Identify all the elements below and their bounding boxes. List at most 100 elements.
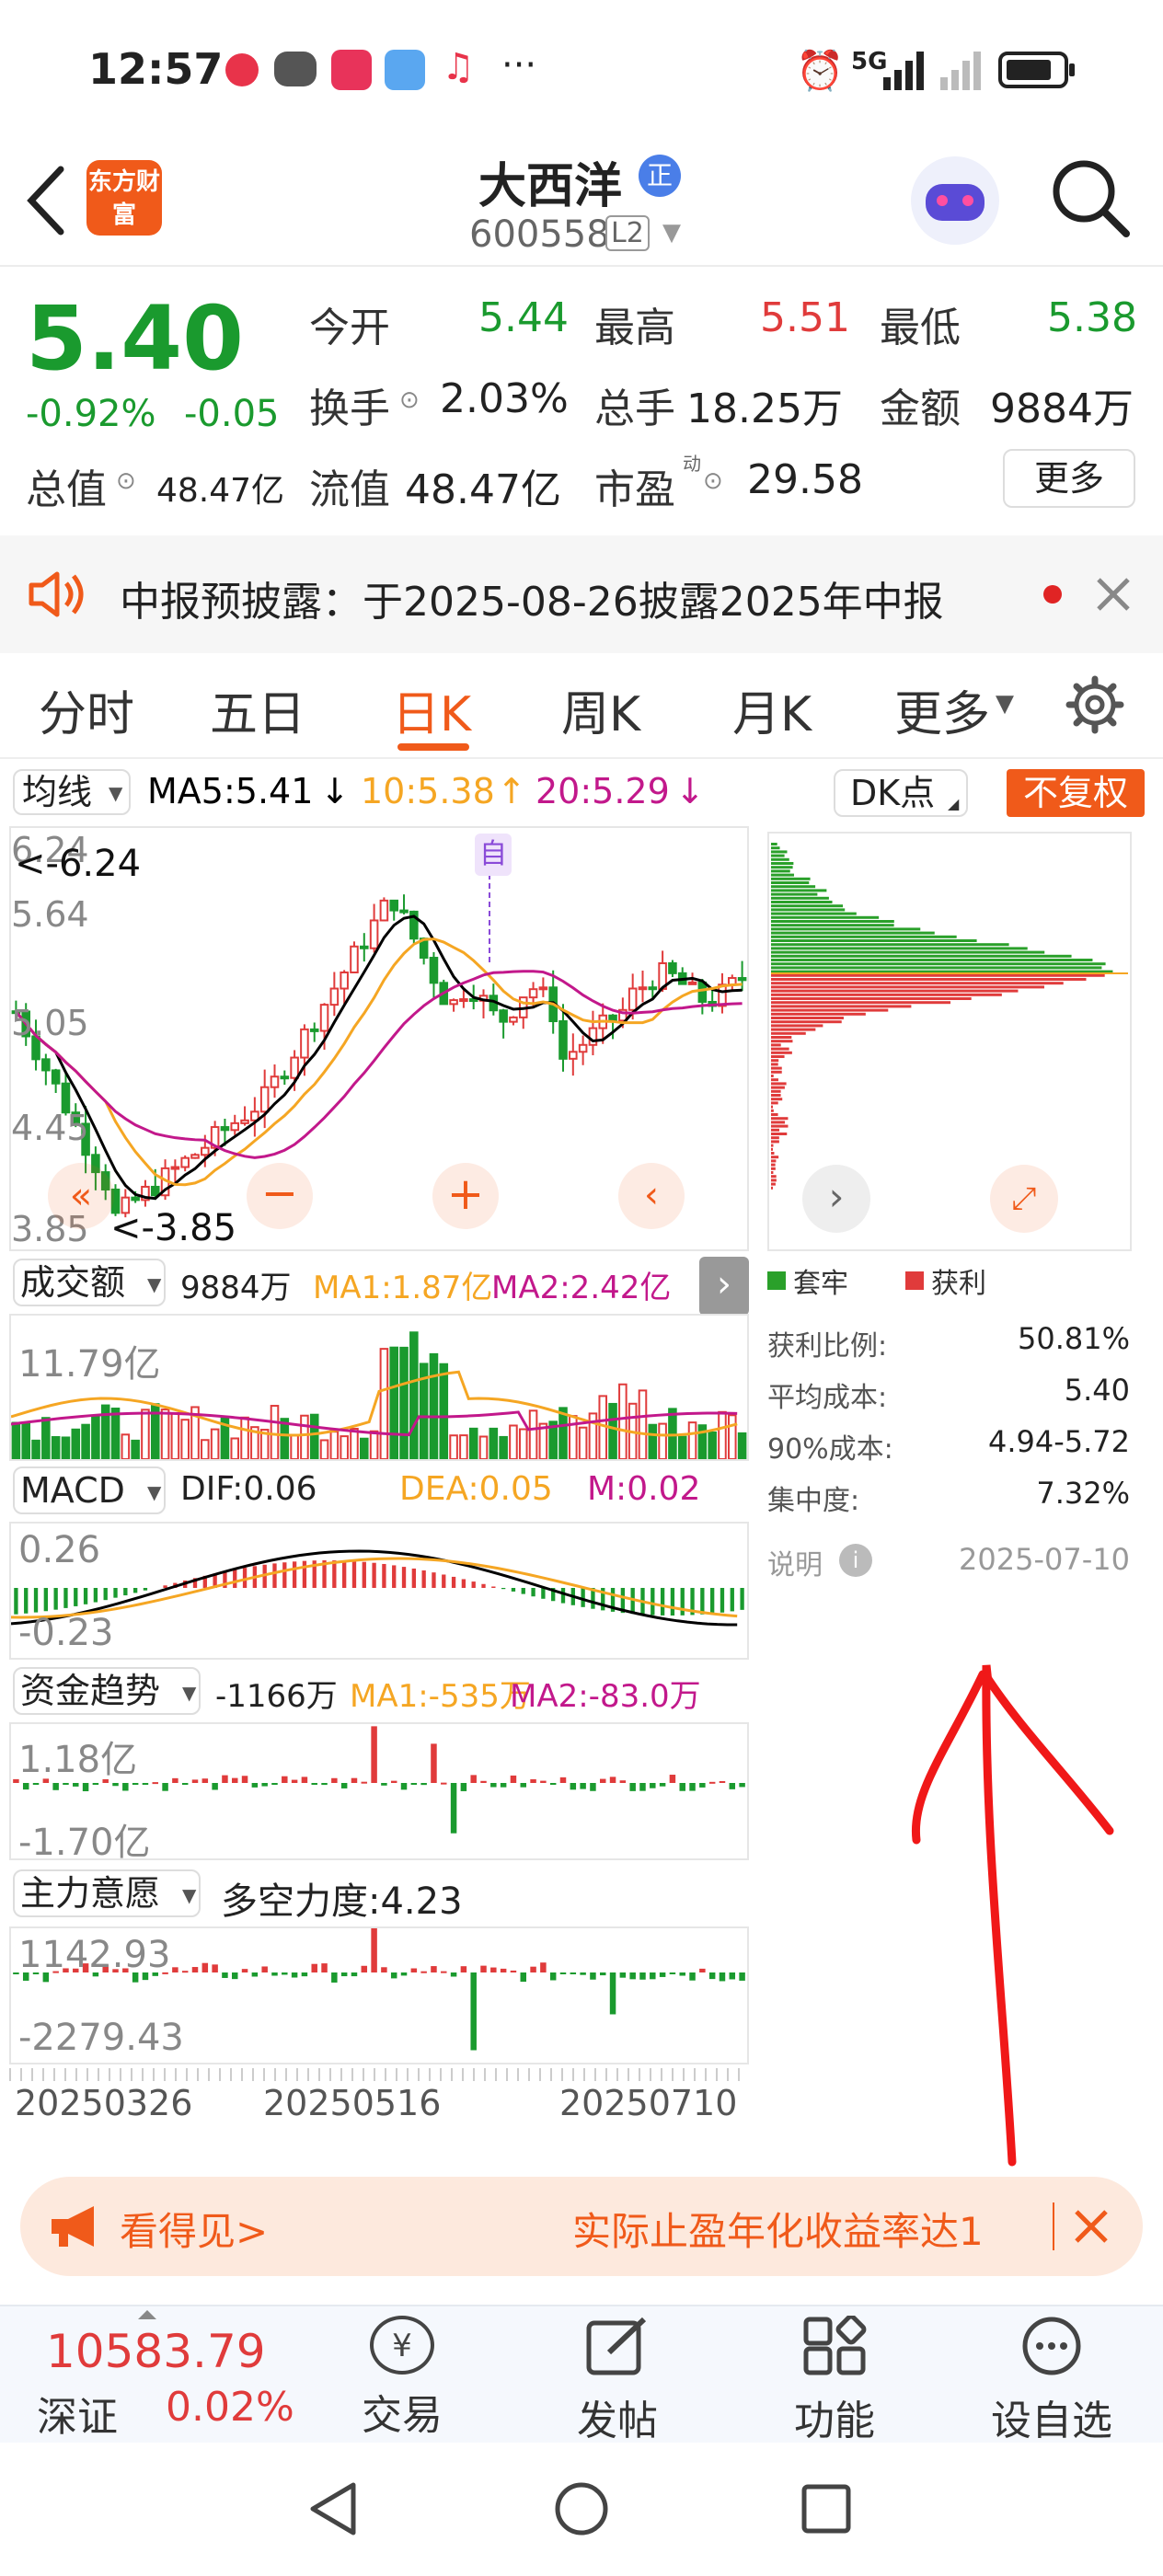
chevron-right-icon[interactable]: › bbox=[802, 1165, 870, 1233]
kline-chart[interactable]: 6.24 <-6.24 5.64 5.05 4.45 3.85 <-3.85 自… bbox=[9, 826, 749, 1251]
legend-profit: 获利 bbox=[931, 1268, 986, 1300]
chevron-down-icon[interactable]: ▼ bbox=[147, 1481, 161, 1503]
tab-weekly-k[interactable]: 周K bbox=[561, 675, 640, 744]
fund-bar bbox=[679, 1783, 685, 1791]
fund-bar bbox=[291, 1779, 298, 1783]
main-force-bar bbox=[222, 1972, 228, 1978]
main-force-bar bbox=[739, 1972, 745, 1981]
nav-trade[interactable]: ¥ 交易 bbox=[324, 2316, 480, 2441]
expand-up-icon[interactable] bbox=[138, 2306, 156, 2319]
chevron-down-icon[interactable]: ▼ bbox=[182, 1682, 196, 1704]
chip-bar bbox=[771, 1012, 866, 1016]
candle-body bbox=[459, 998, 468, 1003]
volume-bar bbox=[121, 1433, 131, 1459]
low-label: 最低 bbox=[880, 305, 961, 351]
chip-bar bbox=[771, 892, 818, 896]
volume-chart[interactable]: 11.79亿 bbox=[9, 1314, 749, 1461]
expand-side-panel-button[interactable]: › bbox=[699, 1257, 749, 1316]
volume-bar bbox=[240, 1416, 249, 1459]
macd-chart[interactable]: 0.26 -0.23 bbox=[9, 1522, 749, 1660]
fund-bar bbox=[92, 1783, 99, 1785]
back-triangle-icon[interactable] bbox=[307, 2481, 359, 2536]
tab-monthly-k[interactable]: 月K bbox=[732, 675, 812, 744]
video-icon bbox=[331, 50, 372, 90]
gear-icon[interactable] bbox=[1065, 675, 1124, 734]
main-force-bar bbox=[540, 1962, 547, 1972]
info-icon[interactable]: ⊙ bbox=[116, 467, 136, 495]
chip-bar bbox=[771, 1040, 793, 1043]
main-force-selector[interactable]: 主力意愿 bbox=[13, 1869, 202, 1917]
candle-body bbox=[369, 919, 379, 949]
chip-note-label[interactable]: 说明 bbox=[767, 1542, 823, 1582]
main-force-bar bbox=[549, 1972, 557, 1981]
fund-chart[interactable]: 1.18亿 -1.70亿 bbox=[9, 1722, 749, 1864]
tab-daily-k[interactable]: 日K bbox=[392, 675, 471, 744]
volume-bar bbox=[509, 1424, 518, 1459]
rewind-button[interactable]: « bbox=[48, 1163, 114, 1229]
chip-bar bbox=[771, 993, 1002, 996]
nav-functions[interactable]: 功能 bbox=[756, 2314, 913, 2446]
tab-intraday[interactable]: 分时 bbox=[39, 675, 134, 744]
zoom-out-button[interactable]: − bbox=[247, 1163, 313, 1229]
chevron-down-icon[interactable]: ▼ bbox=[109, 782, 122, 804]
chip-bar bbox=[771, 982, 1064, 985]
ad-left-text[interactable]: 看得见> bbox=[120, 2201, 268, 2257]
macd-top-label: 0.26 bbox=[18, 1529, 101, 1571]
robot-assistant-icon[interactable] bbox=[911, 156, 999, 245]
chevron-down-icon[interactable]: ▼ bbox=[662, 219, 681, 247]
more-button[interactable]: 更多 bbox=[1003, 449, 1135, 508]
fund-selector[interactable]: 资金趋势 bbox=[13, 1667, 202, 1715]
volume-bar bbox=[91, 1415, 100, 1459]
volume-bar bbox=[201, 1439, 210, 1459]
chip-bar bbox=[771, 985, 1044, 989]
app-logo[interactable]: 东方财富 bbox=[86, 160, 162, 236]
chip-bar bbox=[771, 850, 788, 854]
level-badge[interactable]: L2 bbox=[605, 215, 650, 251]
search-icon[interactable] bbox=[1049, 156, 1132, 239]
main-force-bar bbox=[570, 1972, 577, 1974]
chevron-down-icon[interactable]: ▼ bbox=[182, 1884, 196, 1906]
close-icon[interactable] bbox=[1073, 2208, 1110, 2245]
macd-selector[interactable]: MACD bbox=[13, 1466, 166, 1514]
nav-post[interactable]: 发帖 bbox=[539, 2316, 696, 2446]
chevron-down-icon[interactable]: ▼ bbox=[147, 1273, 161, 1295]
main-force-bar bbox=[351, 1972, 358, 1977]
volume-bar bbox=[51, 1436, 61, 1459]
scroll-left-button[interactable]: ‹ bbox=[618, 1163, 685, 1229]
info-icon[interactable]: i bbox=[839, 1544, 872, 1577]
x-date-label: 20250326 bbox=[15, 2083, 193, 2123]
close-icon[interactable] bbox=[1095, 576, 1132, 613]
ad-banner[interactable]: 看得见> 实际止盈年化收益率达1 bbox=[20, 2177, 1143, 2276]
fund-bar bbox=[410, 1783, 418, 1785]
volume-bar bbox=[170, 1411, 180, 1459]
adjust-selector[interactable]: 不复权 bbox=[1007, 769, 1145, 817]
index-value[interactable]: 10583.79 bbox=[46, 2325, 266, 2378]
main-force-chart[interactable]: 1142.93 -2279.43 bbox=[9, 1926, 749, 2064]
turnover-value: 2.03% bbox=[440, 375, 569, 422]
chip-bar bbox=[771, 1031, 806, 1035]
expand-icon[interactable]: ⤢ bbox=[990, 1165, 1058, 1233]
info-icon[interactable]: ⊙ bbox=[703, 467, 723, 495]
y-tick-label: 5.64 bbox=[11, 894, 89, 935]
volume-selector[interactable]: 成交额 bbox=[13, 1259, 167, 1306]
recents-square-icon[interactable] bbox=[800, 2483, 852, 2535]
home-circle-icon[interactable] bbox=[554, 2481, 609, 2536]
main-force-bar bbox=[609, 1972, 616, 2015]
info-icon[interactable]: ⊙ bbox=[399, 386, 420, 414]
back-icon[interactable] bbox=[24, 164, 70, 237]
main-force-bar bbox=[321, 1963, 328, 1972]
main-force-bar bbox=[172, 1967, 178, 1972]
main-force-bar bbox=[202, 1962, 209, 1972]
tab-5day[interactable]: 五日 bbox=[210, 675, 305, 744]
fund-bar bbox=[629, 1783, 636, 1791]
zoom-in-button[interactable]: + bbox=[432, 1163, 499, 1229]
chevron-down-icon[interactable]: ▼ bbox=[996, 690, 1014, 718]
volume-bar bbox=[718, 1410, 727, 1459]
notice-bar[interactable]: 中报预披露：于2025-08-26披露2025年中报 bbox=[0, 535, 1163, 653]
chip-bar bbox=[771, 1017, 844, 1019]
fund-value: -1166万 bbox=[215, 1678, 338, 1715]
chip-distribution-chart[interactable]: › ⤢ bbox=[767, 832, 1132, 1251]
volume-bar bbox=[478, 1435, 489, 1459]
tab-more[interactable]: 更多 bbox=[894, 675, 990, 744]
nav-add-watchlist[interactable]: 设自选 bbox=[973, 2316, 1130, 2446]
